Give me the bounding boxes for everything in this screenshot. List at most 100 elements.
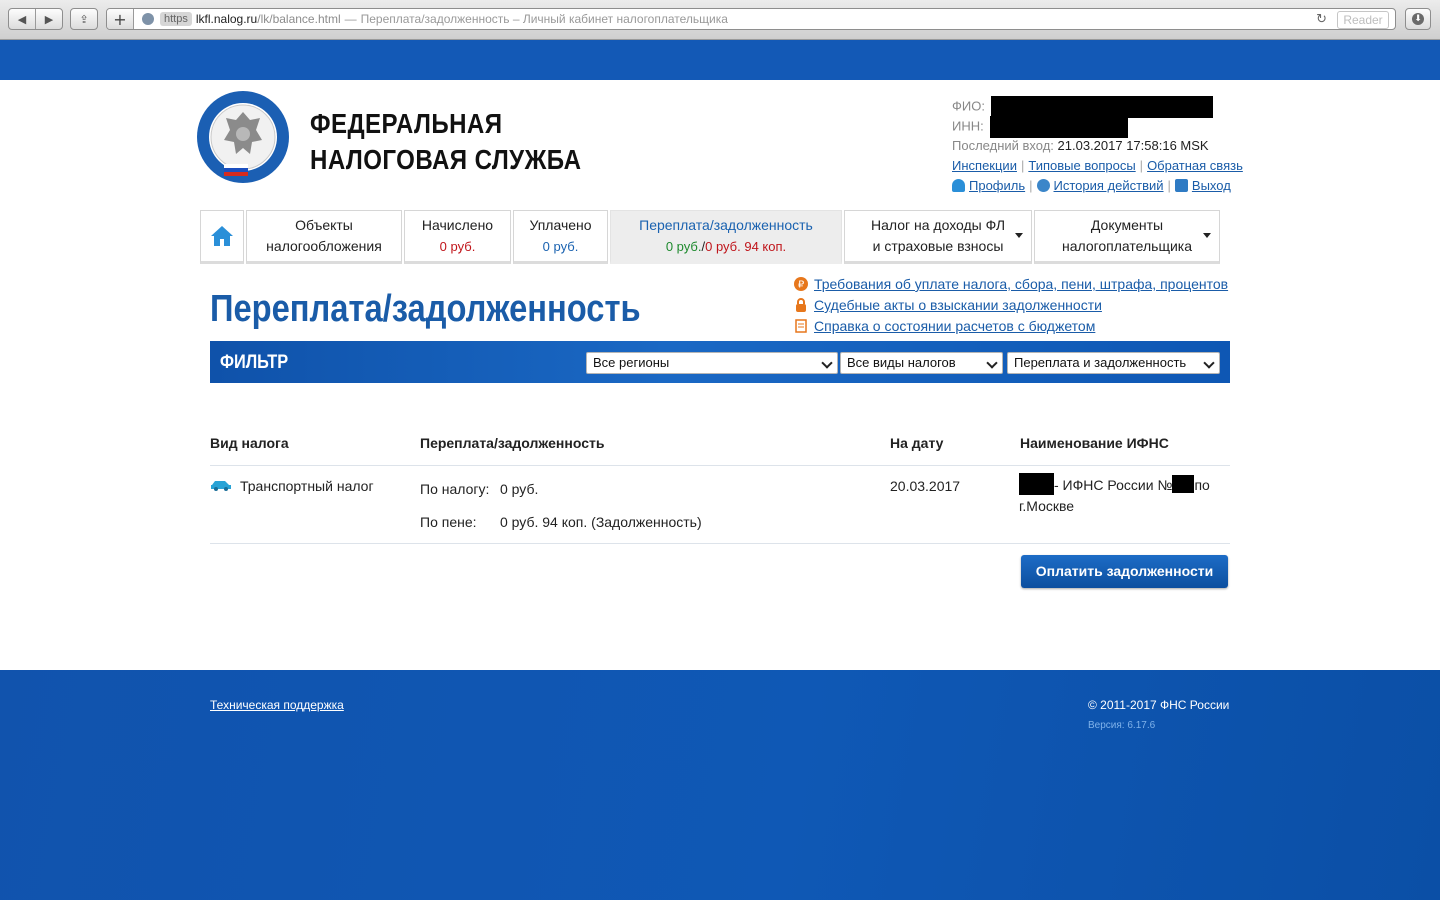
copyright: © 2011-2017 ФНС России <box>1088 698 1230 712</box>
tab-overpayment-debt[interactable]: Переплата/задолженность 0 руб./0 руб. 94… <box>610 210 842 264</box>
agency-name-line1: ФЕДЕРАЛЬНАЯ <box>310 108 503 139</box>
tab-accrued-label: Начислено <box>421 217 494 233</box>
tab-income-tax[interactable]: Налог на доходы ФЛ и страховые взносы <box>844 210 1032 264</box>
ifns-code-redacted <box>1019 473 1054 495</box>
chevron-down-icon <box>986 357 998 369</box>
filter-bar: ФИЛЬТР Все регионы Все виды налогов Пере… <box>210 341 1230 383</box>
history-globe-icon <box>1036 179 1050 192</box>
user-info: ФИО: ИНН: Последний вход: 21.03.2017 17:… <box>952 96 1252 196</box>
tab-tax-objects-line1: Объекты <box>295 217 353 233</box>
tab-documents-line1: Документы <box>1090 217 1164 233</box>
https-badge: https <box>160 12 192 26</box>
logout-link[interactable]: Выход <box>1192 178 1231 193</box>
tab-overpayment-amount: 0 руб. <box>665 239 702 254</box>
by-tax-value: 0 руб. <box>500 481 539 497</box>
ifns-name-part3: г.Москве <box>1019 498 1075 514</box>
new-tab-icon[interactable]: + <box>107 9 134 29</box>
feedback-link[interactable]: Обратная связь <box>1147 158 1243 173</box>
share-button[interactable]: ⇪ <box>70 8 98 30</box>
tax-name: Транспортный налог <box>240 478 374 494</box>
table-header-divider <box>210 465 1230 466</box>
date-cell: 20.03.2017 <box>890 478 961 494</box>
inn-label: ИНН: <box>952 118 984 134</box>
version: Версия: 6.17.6 <box>1088 720 1156 731</box>
col-header-date: На дату <box>890 435 944 451</box>
balance-type-select[interactable]: Переплата и задолженность <box>1007 352 1220 374</box>
share-icon: ⇪ <box>79 12 89 26</box>
logout-icon <box>1174 179 1188 192</box>
agency-name: ФЕДЕРАЛЬНАЯ НАЛОГОВАЯ СЛУЖБА <box>310 106 581 178</box>
svg-text:₽: ₽ <box>798 280 805 291</box>
main-tabs: Объекты налогообложения Начислено 0 руб.… <box>200 210 1222 264</box>
tab-tax-objects[interactable]: Объекты налогообложения <box>246 210 402 264</box>
tab-documents[interactable]: Документы налогоплательщика <box>1034 210 1220 264</box>
ifns-name-part2: по <box>1194 477 1210 493</box>
ifns-name-part1: - ИФНС России № <box>1054 477 1173 493</box>
by-tax-label: По налогу: <box>420 481 490 497</box>
document-icon <box>795 319 807 333</box>
settlement-certificate-link[interactable]: Справка о состоянии расчетов с бюджетом <box>814 318 1095 334</box>
tab-paid[interactable]: Уплачено 0 руб. <box>513 210 608 264</box>
tax-type-select[interactable]: Все виды налогов <box>840 352 1003 374</box>
tab-debt-amount: 0 руб. 94 коп. <box>705 239 787 254</box>
tax-name-cell: Транспортный налог <box>210 478 374 494</box>
url-separator: — <box>344 12 357 26</box>
url-path: /lk/balance.html <box>257 12 341 26</box>
faq-link[interactable]: Типовые вопросы <box>1028 158 1135 173</box>
tax-demands-link[interactable]: Требования об уплате налога, сбора, пени… <box>814 276 1228 292</box>
lock-icon <box>796 298 806 312</box>
nav-buttons: ◀ ▶ <box>8 8 63 30</box>
page-title: Переплата/задолженность <box>210 288 641 330</box>
reader-button[interactable]: Reader <box>1337 11 1389 29</box>
tab-documents-line2: налогоплательщика <box>1061 238 1193 254</box>
tab-overpayment-label: Переплата/задолженность <box>639 217 813 233</box>
tab-accrued[interactable]: Начислено 0 руб. <box>404 210 511 264</box>
downloads-button[interactable]: ⬇ <box>1405 8 1431 30</box>
inspections-link[interactable]: Инспекции <box>952 158 1017 173</box>
region-select-value: Все регионы <box>593 355 670 370</box>
inn-redacted <box>990 116 1129 138</box>
agency-name-line2: НАЛОГОВАЯ СЛУЖБА <box>310 144 582 175</box>
url-host: lkfl.nalog.ru <box>195 12 258 26</box>
last-login-value: 21.03.2017 17:58:16 MSK <box>1057 138 1209 153</box>
col-header-balance: Переплата/задолженность <box>420 435 605 451</box>
quick-links: ₽ Требования об уплате налога, сбора, пен… <box>794 274 1228 337</box>
page-title-in-bar: Переплата/задолженность – Личный кабинет… <box>360 12 728 26</box>
address-bar[interactable]: + https lkfl.nalog.ru /lk/balance.html —… <box>106 8 1396 30</box>
tab-paid-label: Уплачено <box>529 217 592 233</box>
balance-type-select-value: Переплата и задолженность <box>1014 355 1187 370</box>
download-icon: ⬇ <box>1412 13 1424 25</box>
tab-income-tax-line2: и страховые взносы <box>872 238 1004 254</box>
ifns-number-redacted <box>1172 475 1195 493</box>
tech-support-link[interactable]: Техническая поддержка <box>210 698 344 712</box>
tab-paid-amount: 0 руб. <box>542 239 579 254</box>
pay-debts-button[interactable]: Оплатить задолженности <box>1021 555 1228 588</box>
tax-type-select-value: Все виды налогов <box>847 355 956 370</box>
chevron-down-icon <box>1015 233 1023 238</box>
by-penalty-value: 0 руб. 94 коп. (Задолженность) <box>500 514 702 530</box>
filter-label: ФИЛЬТР <box>220 352 289 373</box>
top-blue-band <box>0 40 1440 80</box>
court-acts-link[interactable]: Судебные акты о взыскании задолженности <box>814 297 1102 313</box>
fns-emblem-logo[interactable] <box>196 90 290 184</box>
ruble-icon: ₽ <box>794 277 808 291</box>
forward-icon[interactable]: ▶ <box>35 9 62 29</box>
last-login-label: Последний вход: <box>952 138 1054 153</box>
user-icon <box>952 179 965 192</box>
chevron-down-icon <box>1203 233 1211 238</box>
home-icon <box>211 226 233 246</box>
back-icon[interactable]: ◀ <box>9 9 35 29</box>
history-link[interactable]: История действий <box>1054 178 1164 193</box>
ifns-cell: - ИФНС России № по г.Москве <box>1019 473 1229 517</box>
chevron-down-icon <box>1203 357 1215 369</box>
tab-home[interactable] <box>200 210 244 264</box>
profile-link[interactable]: Профиль <box>969 178 1025 193</box>
chevron-down-icon <box>821 357 833 369</box>
tab-income-tax-line1: Налог на доходы ФЛ <box>870 217 1006 233</box>
col-header-ifns: Наименование ИФНС <box>1020 435 1169 451</box>
region-select[interactable]: Все регионы <box>586 352 838 374</box>
site-icon <box>142 13 154 25</box>
col-header-tax-type: Вид налога <box>210 435 289 451</box>
reload-icon[interactable]: ↻ <box>1316 12 1327 27</box>
browser-toolbar: ◀ ▶ ⇪ + https lkfl.nalog.ru /lk/balance.… <box>0 0 1440 40</box>
